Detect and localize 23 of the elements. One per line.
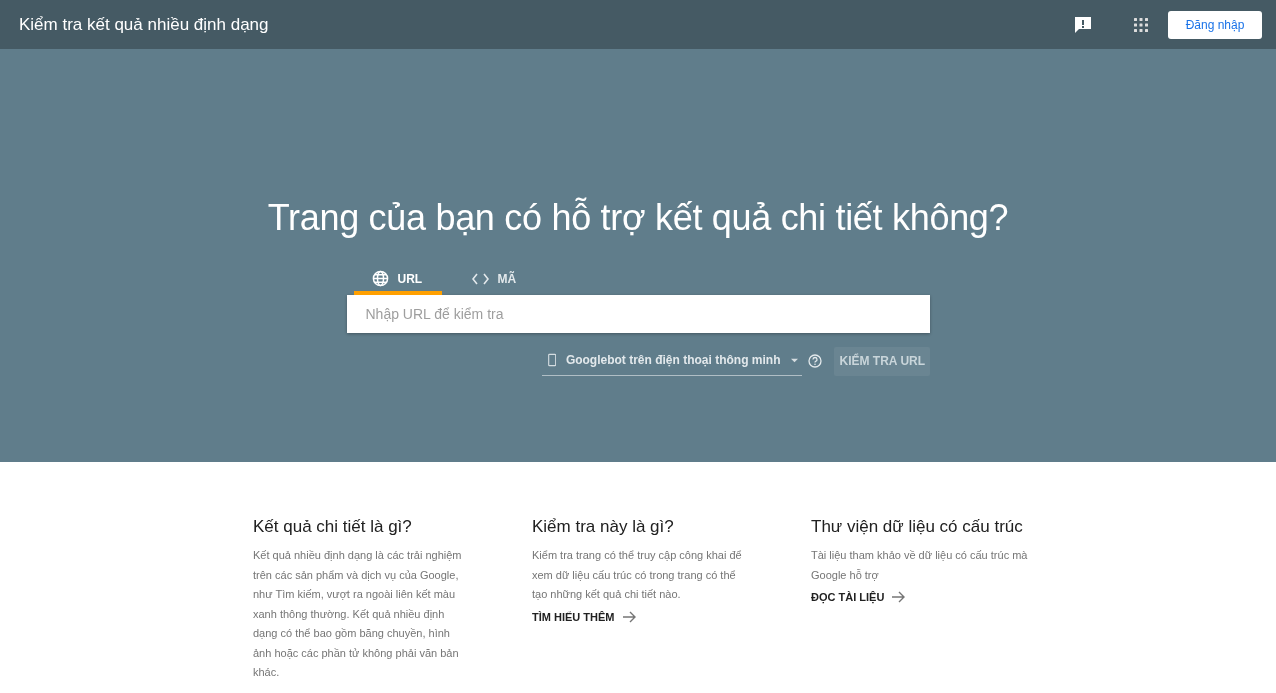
card-description: Kết quả nhiều định dạng là các trải nghiệm trên các sản phẩm và dịch vụ của Google, như Tìm kiếm, vượt ra ngoài liên kết màu xanh thông thường. Kết quả nhiều định dạng có thể bao gồm băng chuyền, hình ảnh hoặc các phần tử không phải văn bản khác. (253, 548, 463, 680)
hero-heading: Trang của bạn có hỗ trợ kết quả chi tiết không? (267, 197, 1009, 239)
url-input-field[interactable]: Nhập URL để kiểm tra (346, 295, 930, 333)
card-link[interactable]: ĐỌC TÀI LIỆU (811, 591, 907, 603)
phone-icon (547, 351, 556, 369)
card-heading: Kết quả chi tiết là gì? (253, 517, 413, 537)
tab[interactable]: MÃ (453, 266, 542, 295)
agent-dropdown[interactable]: Googlebot trên điện thoại thông minh (541, 346, 802, 376)
feedback-icon[interactable] (1074, 15, 1092, 34)
arrow-right-icon (622, 610, 637, 623)
arrow-right-icon (892, 591, 907, 603)
apps-grid-icon[interactable] (1134, 17, 1148, 32)
card-description: Tài liệu tham khảo về dữ liệu có cấu trúc mà Google hỗ trợ (811, 548, 1029, 583)
code-icon (471, 272, 489, 285)
app-title: Kiểm tra kết quả nhiều định dạng (19, 14, 269, 35)
card-heading: Kiểm tra này là gì? (532, 517, 675, 537)
card-description: Kiểm tra trang có thể truy cập công khai để xem dữ liệu cấu trúc có trong trang có thể tạo những kết quả chi tiết nào. (532, 548, 743, 602)
globe-icon (371, 270, 389, 287)
sign-in-button[interactable]: Đăng nhập (1168, 10, 1262, 39)
help-icon[interactable] (807, 354, 822, 368)
card-heading: Thư viện dữ liệu có cấu trúc (811, 517, 1024, 537)
card-link[interactable]: TÌM HIỂU THÊM (532, 610, 637, 623)
caret-icon (790, 357, 798, 363)
